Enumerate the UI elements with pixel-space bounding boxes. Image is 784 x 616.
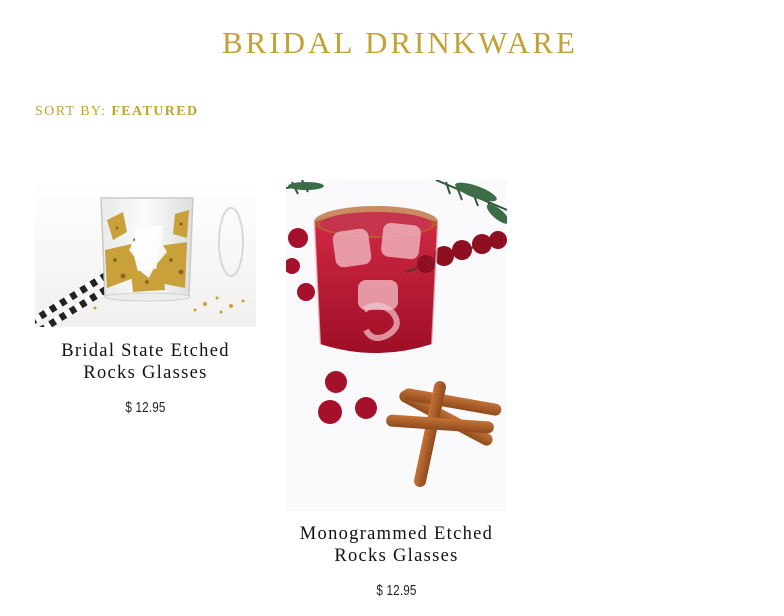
product-image-link[interactable]: [286, 180, 507, 511]
product-name[interactable]: Bridal State Etched Rocks Glasses: [35, 340, 256, 384]
sort-value: FEATURED: [111, 104, 199, 119]
sort-label: SORT BY:: [35, 104, 107, 119]
product-image-rocks-glass-gold: [35, 180, 256, 327]
product-card-monogrammed[interactable]: Monogrammed Etched Rocks Glasses $ 12.95: [286, 180, 507, 599]
product-price: $ 12.95: [376, 582, 417, 599]
product-image-cranberry-cocktail: [286, 180, 507, 511]
product-name[interactable]: Monogrammed Etched Rocks Glasses: [286, 523, 507, 567]
product-image-link[interactable]: [35, 180, 256, 327]
sort-dropdown[interactable]: SORT BY: FEATURED: [35, 103, 199, 121]
page-title: BRIDAL DRINKWARE: [222, 25, 578, 60]
product-price: $ 12.95: [125, 399, 166, 416]
product-card-bridal-state[interactable]: Bridal State Etched Rocks Glasses $ 12.9…: [35, 180, 256, 416]
